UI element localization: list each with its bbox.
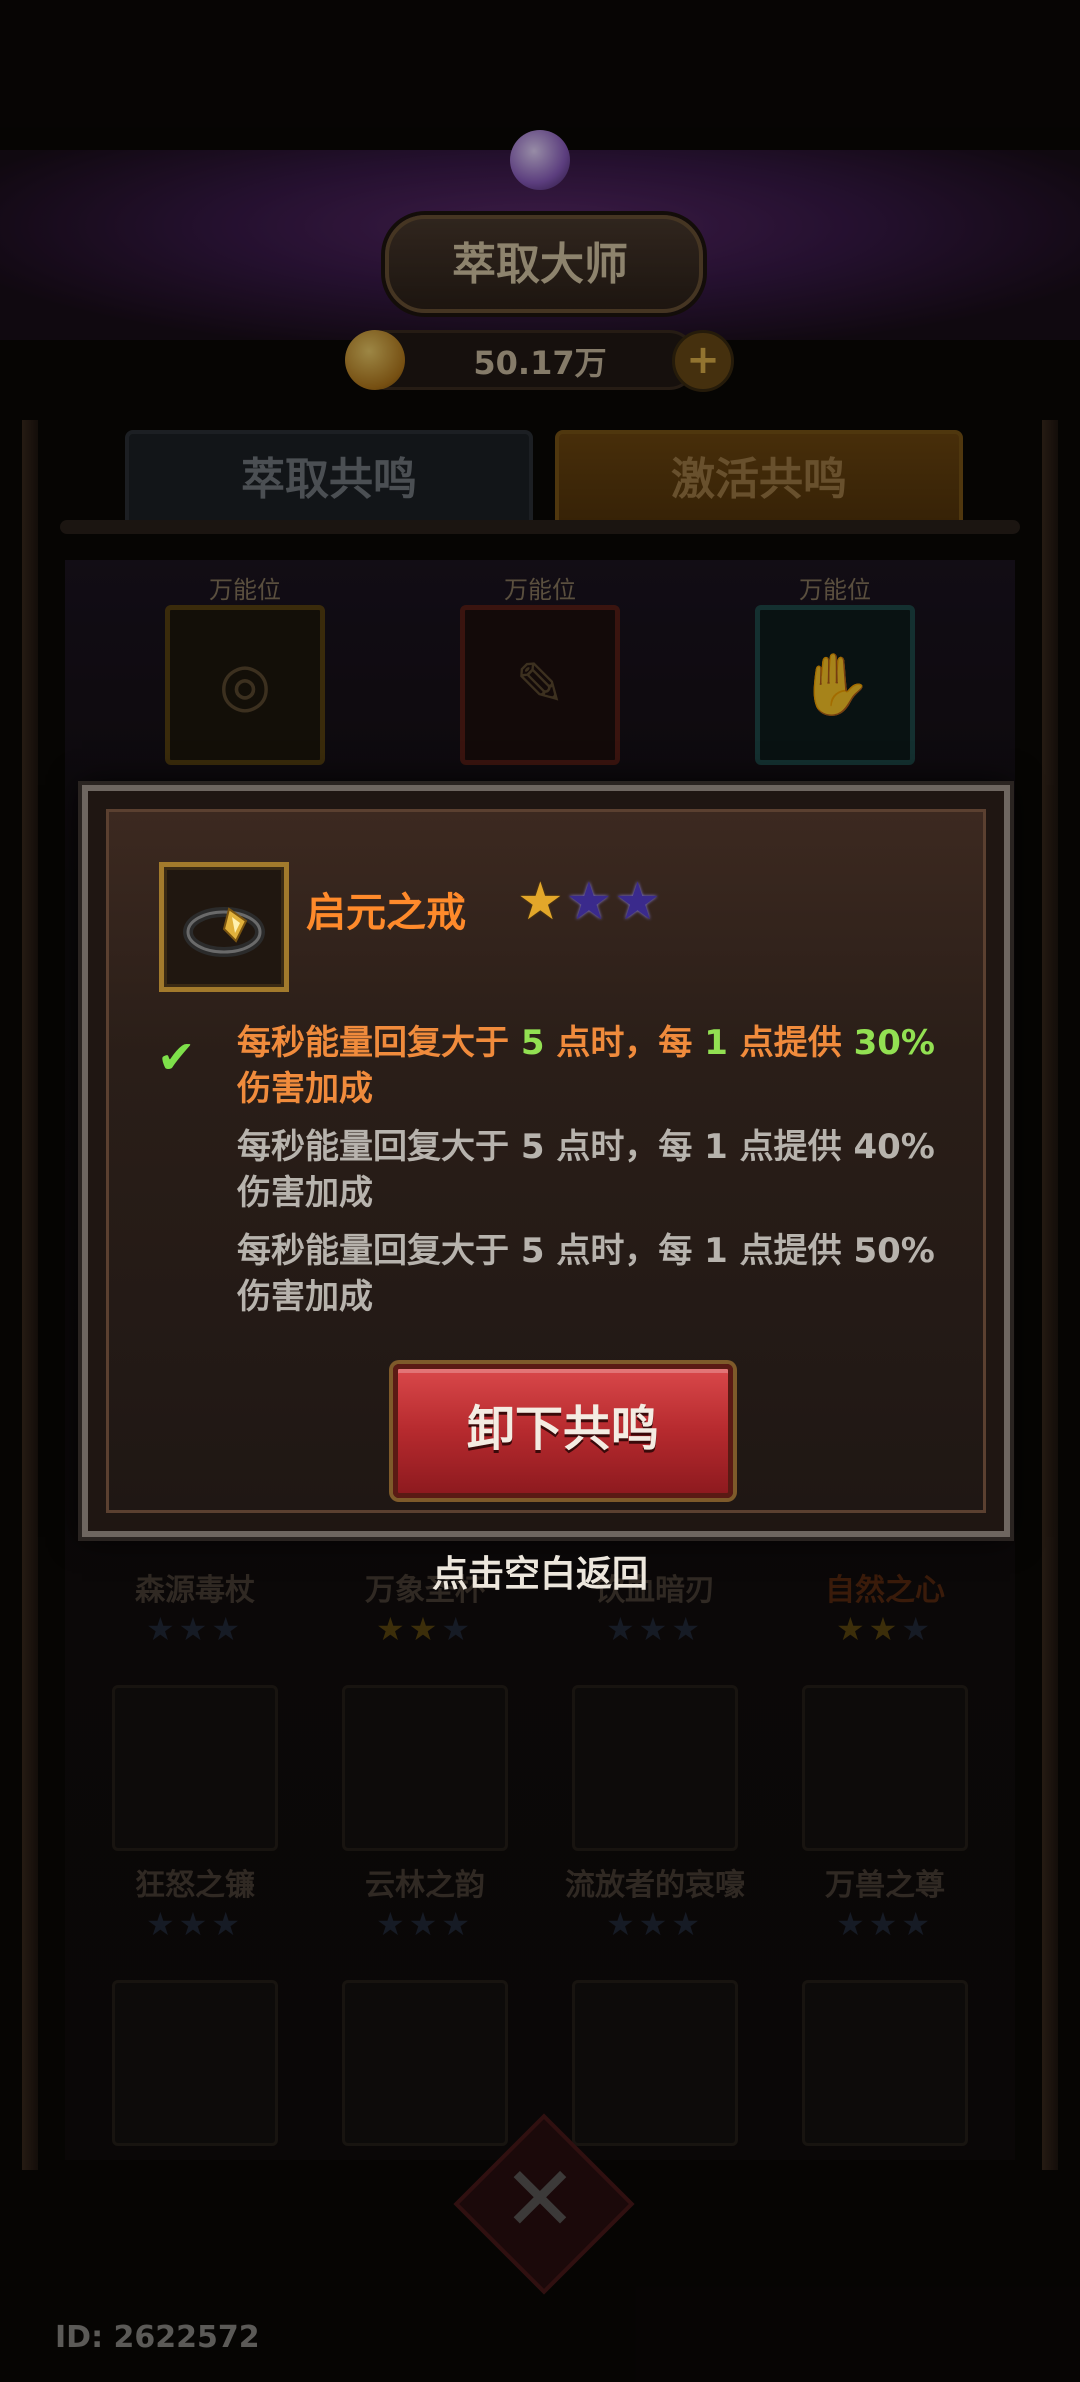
effect-text: 伤害加成: [237, 1069, 373, 1109]
effect-text: 每秒能量回复大于: [237, 1023, 521, 1063]
item-star-rating: ★★★: [517, 872, 663, 932]
effect-tier-2: 每秒能量回复大于 5 点时，每 1 点提供 40% 伤害加成: [237, 1124, 977, 1216]
item-name: 启元之戒: [306, 890, 466, 936]
effect-tier-3: 每秒能量回复大于 5 点时，每 1 点提供 50% 伤害加成: [237, 1228, 977, 1320]
ring-icon: [183, 907, 265, 957]
effect-tier-1: 每秒能量回复大于 5 点时，每 1 点提供 30% 伤害加成: [237, 1020, 977, 1112]
star-empty-icon: ★: [565, 872, 615, 932]
effect-text: 点时，每: [544, 1023, 705, 1063]
item-icon-frame: [159, 862, 289, 992]
effect-text: 伤害加成: [237, 1277, 373, 1317]
check-icon: ✔: [157, 1030, 196, 1084]
star-empty-icon: ★: [614, 872, 663, 932]
effect-step: 1: [704, 1023, 728, 1063]
effect-text: 伤害加成: [237, 1173, 373, 1213]
effect-threshold: 5: [520, 1023, 545, 1063]
effect-text: 每秒能量回复大于 5 点时，每 1 点提供 40%: [237, 1127, 935, 1167]
effect-text: 点提供: [727, 1023, 854, 1063]
star-filled-icon: ★: [517, 872, 566, 932]
resonance-dialog: 启元之戒 ★★★ ✔ 每秒能量回复大于 5 点时，每 1 点提供 30% 伤害加…: [82, 785, 1010, 1537]
effect-value: 30%: [853, 1023, 935, 1063]
tap-blank-to-return-hint: 点击空白返回: [431, 1554, 648, 1595]
unequip-resonance-button[interactable]: 卸下共鸣: [393, 1364, 733, 1498]
effect-text: 每秒能量回复大于 5 点时，每 1 点提供 50%: [237, 1231, 935, 1271]
dialog-body: 启元之戒 ★★★ ✔ 每秒能量回复大于 5 点时，每 1 点提供 30% 伤害加…: [106, 809, 986, 1513]
